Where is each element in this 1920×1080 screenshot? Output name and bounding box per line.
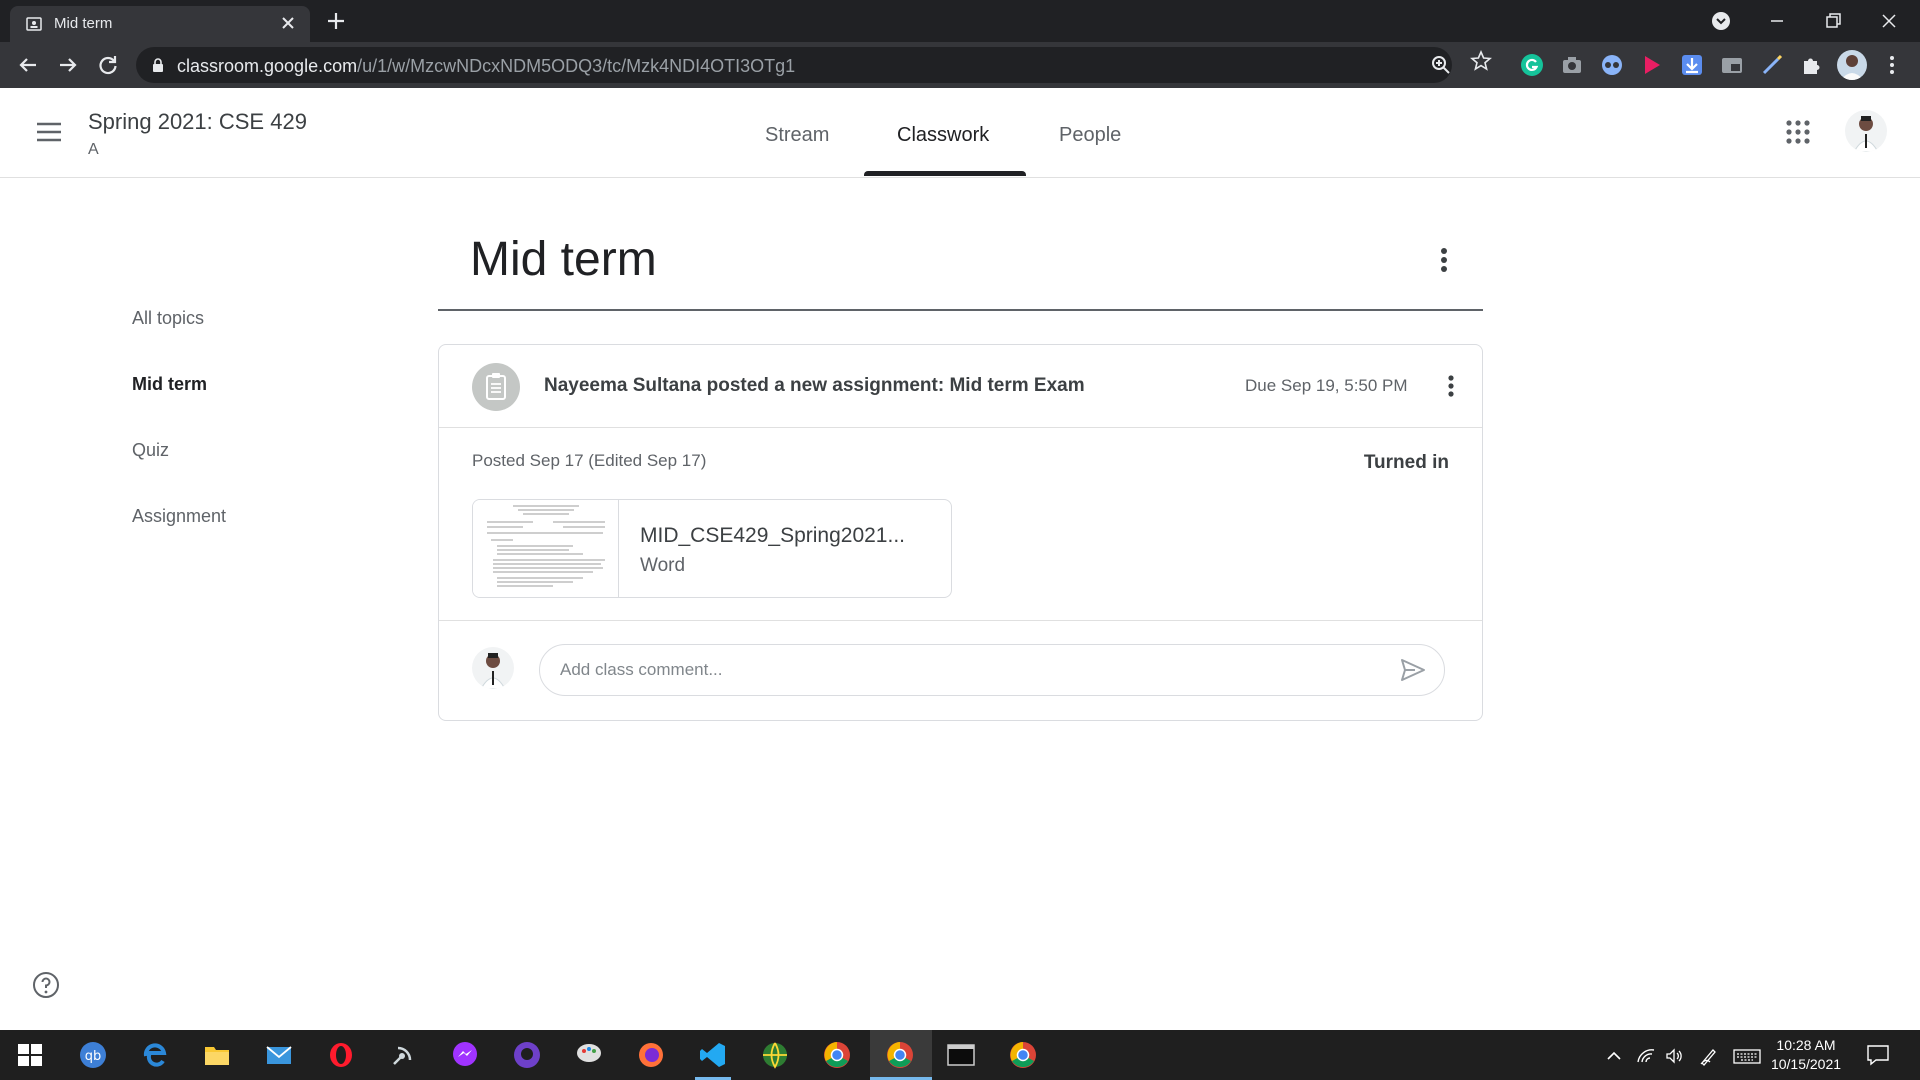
- picture-in-picture-icon[interactable]: [1720, 53, 1744, 77]
- class-comment-section: [439, 620, 1482, 722]
- assignment-header[interactable]: Nayeema Sultana posted a new assignment:…: [439, 345, 1482, 428]
- terminal-icon[interactable]: [946, 1040, 976, 1070]
- globe-app-icon[interactable]: [760, 1040, 790, 1070]
- class-title[interactable]: Spring 2021: CSE 429: [88, 109, 307, 135]
- tab-title: Mid term: [54, 15, 113, 32]
- tab-stream[interactable]: Stream: [765, 124, 829, 147]
- attachment-file-name: MID_CSE429_Spring2021...: [640, 524, 905, 547]
- back-icon[interactable]: [14, 51, 42, 79]
- topic-quiz[interactable]: Quiz: [132, 440, 169, 461]
- close-tab-icon[interactable]: [278, 13, 298, 33]
- notifications-icon[interactable]: [1866, 1044, 1890, 1066]
- attachment-card[interactable]: MID_CSE429_Spring2021... Word: [472, 499, 952, 598]
- browser-tab[interactable]: Mid term: [10, 6, 310, 42]
- user-photo-icon: [480, 653, 506, 689]
- active-tab-indicator: [864, 171, 1026, 176]
- send-comment-icon[interactable]: [1399, 657, 1427, 683]
- github-icon[interactable]: [512, 1040, 542, 1070]
- profile-avatar-icon: [1841, 55, 1863, 80]
- vscode-icon[interactable]: [698, 1040, 728, 1070]
- topic-heading: Mid term: [470, 233, 657, 286]
- restore-icon[interactable]: [1820, 8, 1846, 34]
- camera-extension-icon[interactable]: [1560, 53, 1584, 77]
- assignment-due-date: Due Sep 19, 5:50 PM: [1245, 376, 1408, 395]
- google-apps-icon[interactable]: [1785, 119, 1811, 145]
- classroom-favicon-icon: [26, 17, 42, 31]
- tab-classwork[interactable]: Classwork: [897, 124, 989, 147]
- pen-extension-icon[interactable]: [1760, 53, 1784, 77]
- help-icon[interactable]: [32, 971, 60, 999]
- account-avatar[interactable]: [1845, 110, 1887, 152]
- reload-icon[interactable]: [94, 51, 122, 79]
- user-photo-icon: [1853, 116, 1879, 152]
- attachment-file-type: Word: [640, 555, 686, 576]
- address-bar[interactable]: classroom.google.com/u/1/w/MzcwNDcxNDM5O…: [136, 47, 1452, 83]
- main-menu-icon[interactable]: [34, 120, 64, 144]
- topic-mid-term[interactable]: Mid term: [132, 374, 207, 395]
- extensions-puzzle-icon[interactable]: [1800, 53, 1824, 77]
- system-clock[interactable]: 10:28 AM 10/15/2021: [1766, 1036, 1846, 1074]
- keyboard-icon[interactable]: [1733, 1046, 1761, 1066]
- document-preview-icon: [487, 505, 605, 587]
- chrome-profile-active-icon[interactable]: [885, 1040, 915, 1070]
- file-explorer-icon[interactable]: [202, 1040, 232, 1070]
- windows-start-icon[interactable]: [15, 1040, 45, 1070]
- qbittorrent-icon[interactable]: qb: [78, 1040, 108, 1070]
- close-window-icon[interactable]: [1876, 8, 1902, 34]
- posted-date: Posted Sep 17 (Edited Sep 17): [472, 451, 707, 470]
- assignment-icon-circle: [472, 363, 520, 411]
- lock-icon[interactable]: [150, 57, 166, 73]
- svg-text:qb: qb: [85, 1049, 102, 1064]
- zoom-icon[interactable]: [1430, 54, 1452, 76]
- new-tab-icon[interactable]: [324, 9, 348, 33]
- tab-people[interactable]: People: [1059, 124, 1121, 147]
- chrome-secondary-icon[interactable]: [1008, 1040, 1038, 1070]
- topic-divider: [438, 309, 1483, 311]
- mail-icon[interactable]: [264, 1040, 294, 1070]
- player-extension-icon[interactable]: [1640, 53, 1664, 77]
- browser-tab-bar: Mid term: [0, 0, 1920, 42]
- url-text: classroom.google.com/u/1/w/MzcwNDcxNDM5O…: [177, 56, 795, 77]
- topic-all-topics[interactable]: All topics: [132, 308, 204, 329]
- assignment-more-options-icon[interactable]: [1439, 370, 1463, 402]
- grammarly-icon[interactable]: [1520, 53, 1544, 77]
- classroom-header: Spring 2021: CSE 429 A Stream Classwork …: [0, 88, 1920, 178]
- url-host: classroom.google.com: [177, 56, 358, 76]
- profile-avatar[interactable]: [1837, 50, 1867, 80]
- download-extension-icon[interactable]: [1680, 53, 1704, 77]
- class-section: A: [88, 141, 99, 158]
- wifi-icon[interactable]: [1636, 1046, 1656, 1066]
- windows-taskbar: qb 10:28 AM 10/15/2021: [0, 1030, 1920, 1080]
- tab-search-icon[interactable]: [1708, 8, 1734, 34]
- show-hidden-icons-icon[interactable]: [1604, 1046, 1624, 1066]
- pen-tray-icon[interactable]: [1698, 1046, 1718, 1066]
- assignment-clipboard-icon: [486, 373, 506, 400]
- assignment-card: Nayeema Sultana posted a new assignment:…: [438, 344, 1483, 721]
- topic-assignment[interactable]: Assignment: [132, 506, 226, 527]
- browser-toolbar: classroom.google.com/u/1/w/MzcwNDcxNDM5O…: [0, 42, 1920, 88]
- topic-more-options-icon[interactable]: [1432, 244, 1456, 276]
- satellite-app-icon[interactable]: [388, 1040, 418, 1070]
- paint-icon[interactable]: [574, 1040, 604, 1070]
- forward-icon[interactable]: [54, 51, 82, 79]
- messenger-icon[interactable]: [450, 1040, 480, 1070]
- commenter-avatar: [472, 647, 514, 689]
- clock-date: 10/15/2021: [1770, 1056, 1842, 1072]
- attachment-thumbnail: [473, 500, 619, 597]
- chrome-menu-icon[interactable]: [1880, 53, 1904, 77]
- chrome-icon[interactable]: [822, 1040, 852, 1070]
- status-turned-in: Turned in: [1363, 452, 1449, 473]
- url-path: /u/1/w/MzcwNDcxNDM5ODQ3/tc/Mzk4NDI4OTI3O…: [357, 56, 796, 76]
- edge-icon[interactable]: [140, 1040, 170, 1070]
- minimize-icon[interactable]: [1764, 8, 1790, 34]
- bookmark-star-icon[interactable]: [1470, 50, 1492, 72]
- class-comment-input[interactable]: [539, 644, 1445, 696]
- volume-icon[interactable]: [1664, 1046, 1684, 1066]
- firefox-icon[interactable]: [636, 1040, 666, 1070]
- glasses-extension-icon[interactable]: [1600, 53, 1624, 77]
- assignment-title[interactable]: Nayeema Sultana posted a new assignment:…: [544, 375, 1085, 397]
- clock-time: 10:28 AM: [1776, 1037, 1836, 1053]
- opera-icon[interactable]: [326, 1040, 356, 1070]
